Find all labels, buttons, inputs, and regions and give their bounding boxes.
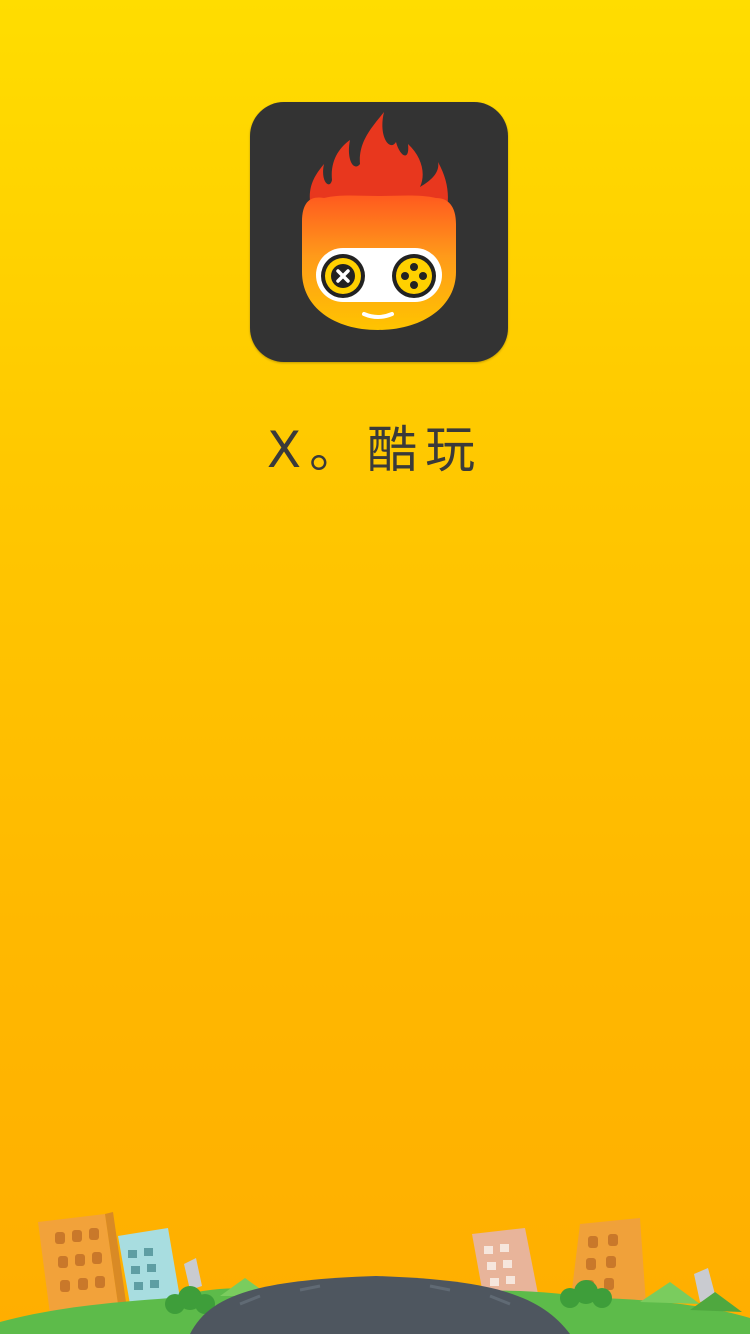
left-building: [38, 1212, 126, 1314]
splash-screen: X。酷玩: [0, 0, 750, 1334]
app-logo: [250, 102, 508, 362]
city-skyline-illustration: [0, 1212, 750, 1334]
left-glass-building: [118, 1228, 180, 1304]
app-name: X。酷玩: [266, 421, 484, 479]
flame-head-gamepad-icon: [302, 112, 456, 330]
